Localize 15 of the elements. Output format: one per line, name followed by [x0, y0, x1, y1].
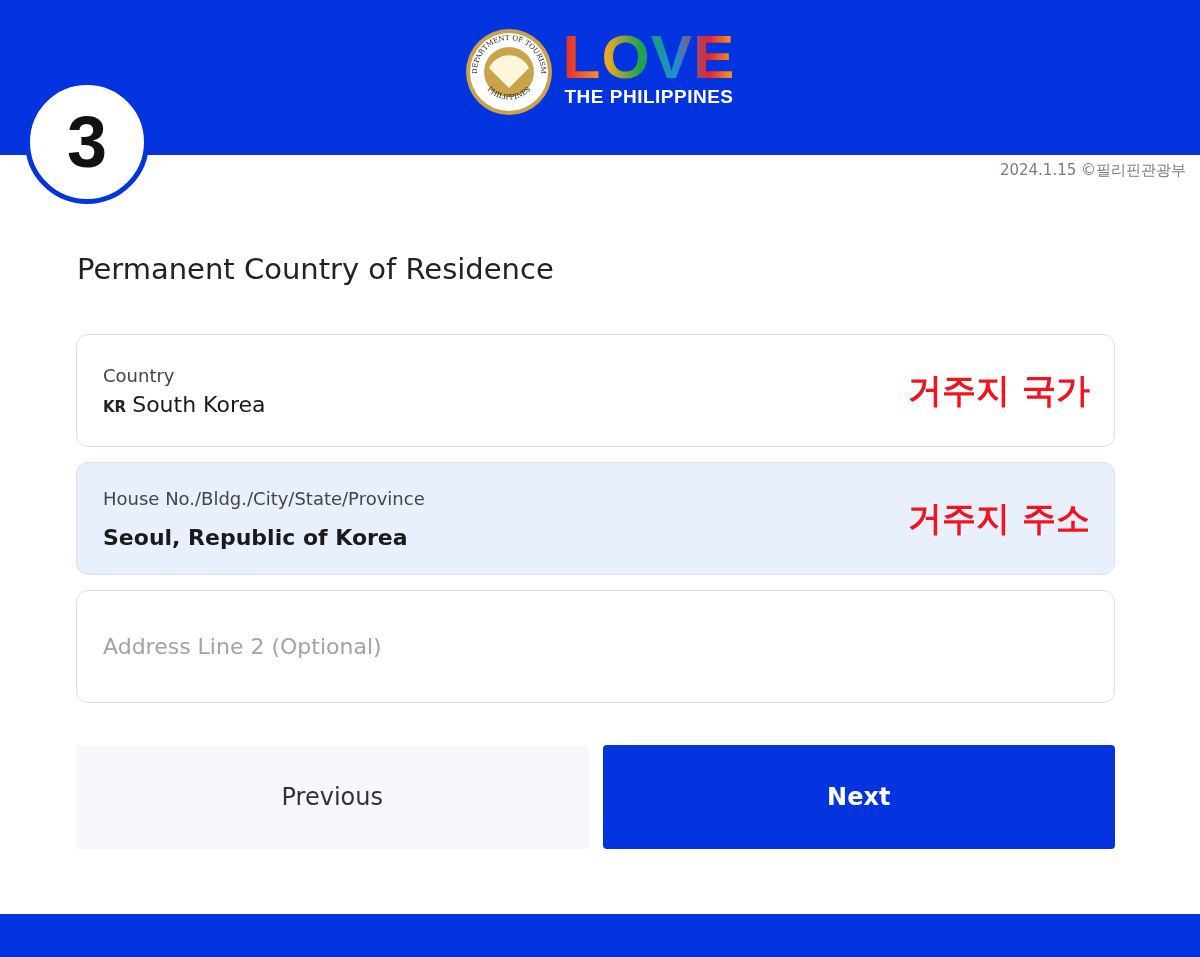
field-value: Seoul, Republic of Korea [103, 524, 408, 550]
previous-button[interactable]: Previous [76, 745, 589, 849]
logo-tagline: THE PHILIPPINES [564, 86, 734, 108]
annotation-text: 거주지 주소 [908, 496, 1090, 540]
field-placeholder: Address Line 2 (Optional) [103, 634, 383, 659]
field-label: Country [103, 364, 176, 386]
input-field[interactable]: House No./Bldg./City/State/Province Seoul, Republic of Korea 거주지 주소 [76, 462, 1115, 575]
annotation-text: 거주지 국가 [908, 368, 1090, 412]
field-value: South Korea [132, 391, 266, 417]
section-title: Permanent Country of Residence [77, 252, 555, 286]
credit-text: 2024.1.15 ©필리핀관광부 [999, 161, 1186, 180]
field-label: House No./Bldg./City/State/Province [103, 487, 426, 509]
next-button[interactable]: Next [602, 745, 1115, 849]
select-field[interactable]: Country KR South Korea 거주지 국가 [76, 334, 1115, 447]
country-code: KR [103, 397, 127, 416]
